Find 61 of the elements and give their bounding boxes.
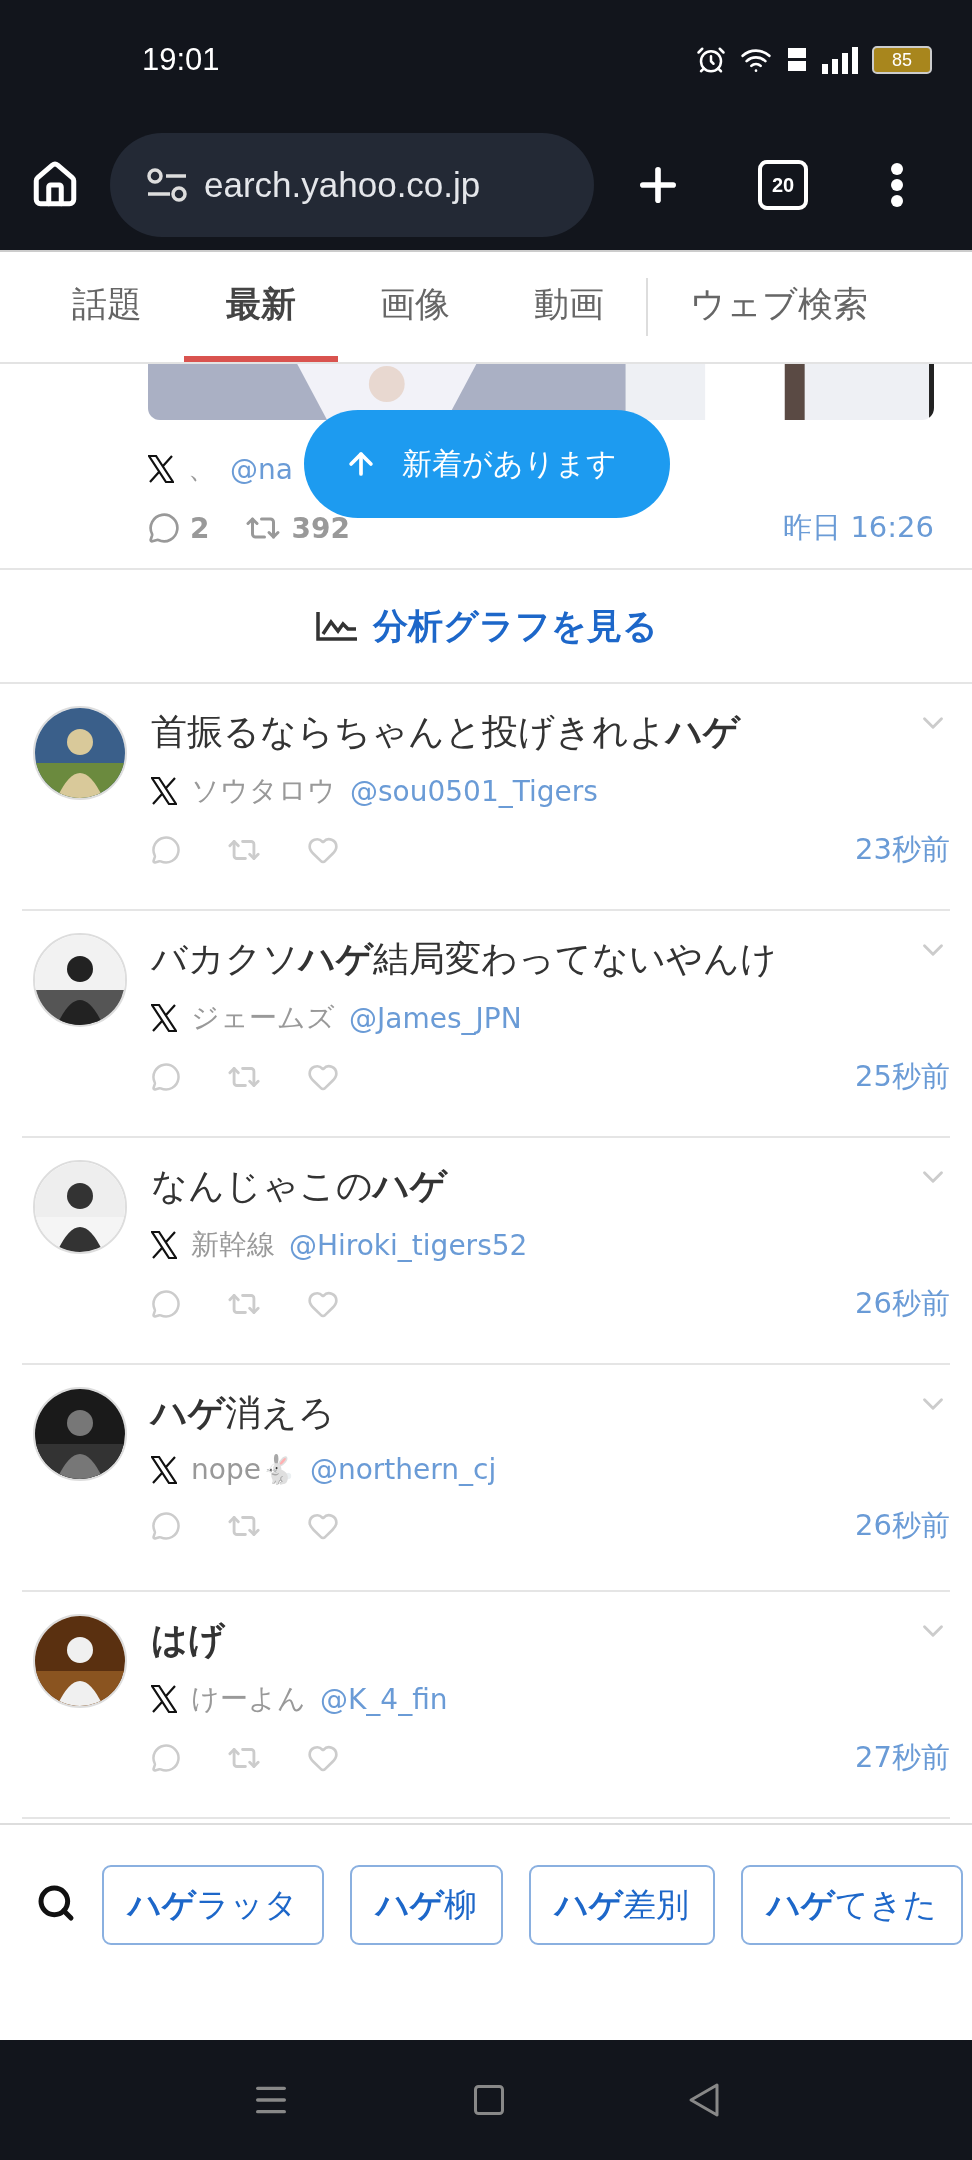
search-tab[interactable]: 画像 (338, 252, 492, 362)
related-search-chip[interactable]: ハゲ柳 (350, 1865, 503, 1945)
post-text: はげ (151, 1618, 226, 1662)
search-tab[interactable]: 話題 (30, 252, 184, 362)
post-text: 首振るならちゃんと投げきれよハゲ (151, 710, 742, 754)
search-tab[interactable]: ウェブ検索 (648, 252, 910, 362)
author-name: nope🐇 (191, 1453, 296, 1486)
author-handle[interactable]: @na (230, 452, 293, 486)
volte-icon (786, 46, 808, 74)
battery-level: 85 (872, 46, 932, 74)
reply-icon (151, 1511, 181, 1541)
related-search-chip[interactable]: ハゲ差別 (529, 1865, 715, 1945)
post-time: 昨日 16:26 (783, 509, 934, 546)
x-logo-icon (148, 455, 174, 483)
x-logo-icon (151, 1004, 177, 1032)
reply-icon (151, 835, 181, 865)
x-logo-icon (151, 1685, 177, 1713)
author-handle[interactable]: @sou0501_Tigers (350, 774, 598, 808)
tab-count-button[interactable]: 20 (758, 160, 808, 210)
chart-icon (314, 610, 359, 642)
reply-icon (151, 1062, 181, 1092)
related-search-chip[interactable]: ハゲラッタ (102, 1865, 324, 1945)
post-text: ハゲ消えろ (151, 1391, 336, 1435)
site-settings-icon (146, 168, 188, 202)
more-icon (890, 162, 904, 208)
clock-time: 19:01 (142, 42, 221, 78)
author-name: 新幹線 (191, 1227, 275, 1263)
back-icon[interactable] (687, 2082, 721, 2118)
author-name: ジェームズ (191, 1000, 335, 1036)
post-text: バカクソハゲ結局変わってないやんけ (151, 937, 778, 981)
author-name: ソウタロウ (191, 773, 336, 809)
url-text: earch.yahoo.co.jp (204, 165, 481, 205)
reply-count: 2 (190, 511, 210, 545)
x-logo-icon (151, 1455, 177, 1484)
author-handle[interactable]: @K_4_fin (320, 1682, 448, 1716)
search-icon (36, 1883, 76, 1923)
signal-icon (822, 46, 858, 74)
search-tab[interactable]: 動画 (492, 252, 646, 362)
related-search-chip[interactable]: ハゲてきた (741, 1865, 963, 1945)
post-time: 26秒前 (855, 1285, 950, 1322)
post-time: 27秒前 (855, 1739, 950, 1776)
analysis-graph-link[interactable]: 分析グラフを見る (372, 602, 658, 650)
post-time: 23秒前 (855, 831, 950, 868)
address-bar[interactable]: earch.yahoo.co.jp (110, 133, 594, 237)
reply-icon (151, 1289, 181, 1319)
menu-button[interactable] (890, 162, 904, 208)
author-handle[interactable]: @James_JPN (349, 1001, 522, 1035)
reply-icon (151, 1743, 181, 1773)
author-handle[interactable]: @Hiroki_tigers52 (289, 1228, 528, 1262)
reply-icon (148, 512, 180, 544)
post-text: なんじゃこのハゲ (151, 1164, 449, 1208)
post-time: 26秒前 (855, 1507, 950, 1544)
author-name: けーよん (191, 1681, 306, 1717)
x-logo-icon (151, 1231, 177, 1259)
post-time: 25秒前 (855, 1058, 950, 1095)
author-name: 、 (188, 451, 216, 487)
home-nav-icon (471, 2082, 507, 2118)
alarm-icon (696, 45, 726, 75)
author-handle[interactable]: @northern_cj (309, 1453, 497, 1486)
new-posts-toast[interactable]: 新着があります (304, 410, 670, 518)
x-logo-icon (151, 777, 177, 805)
